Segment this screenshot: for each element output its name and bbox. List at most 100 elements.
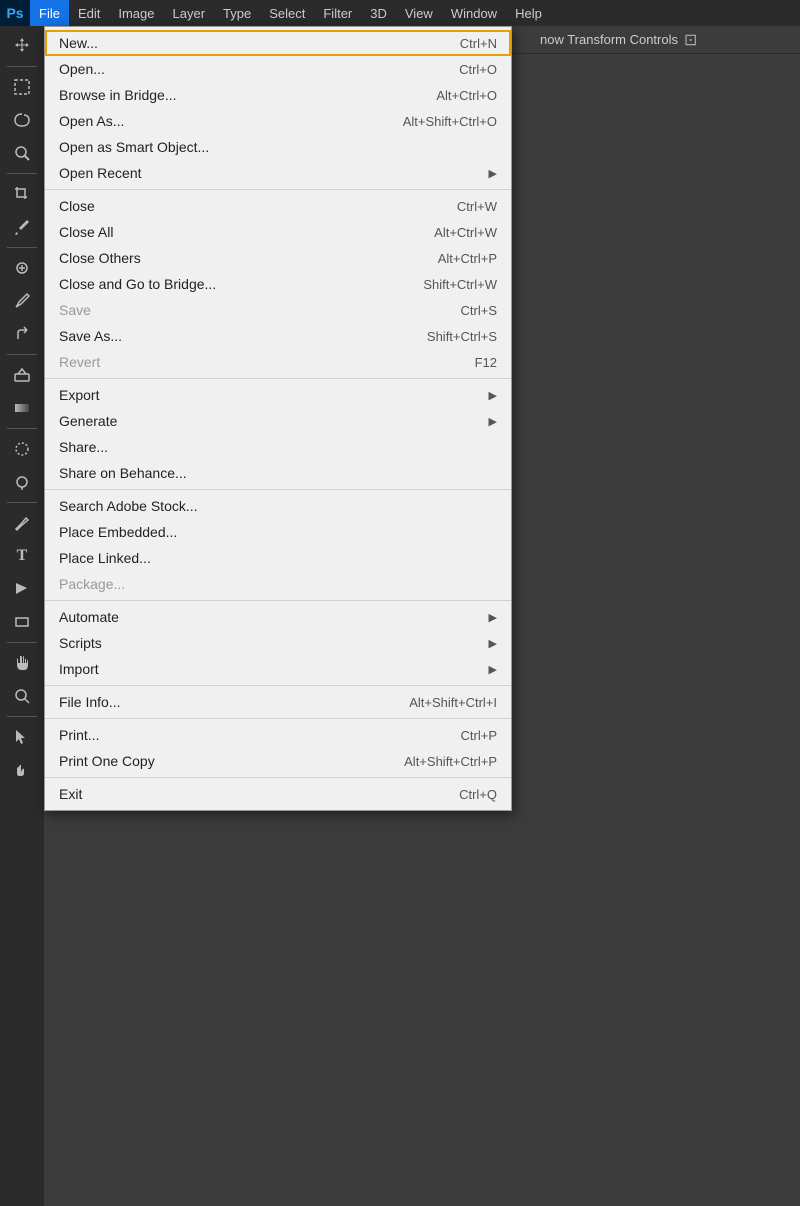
menu-item-import[interactable]: Import ▶ (45, 656, 511, 682)
menu-shortcut-save-as: Shift+Ctrl+S (427, 329, 497, 344)
hand-tool[interactable] (4, 647, 40, 679)
menu-shortcut-close-go-bridge: Shift+Ctrl+W (423, 277, 497, 292)
menu-item-print-one-copy[interactable]: Print One Copy Alt+Shift+Ctrl+P (45, 748, 511, 774)
menu-group-exit: Exit Ctrl+Q (45, 777, 511, 810)
zoom-tool[interactable] (4, 680, 40, 712)
menu-group-open: New... Ctrl+N Open... Ctrl+O Browse in B… (45, 27, 511, 189)
eyedropper-tool[interactable] (4, 211, 40, 243)
menu-item-open-recent[interactable]: Open Recent ▶ (45, 160, 511, 186)
brush-tool[interactable] (4, 285, 40, 317)
menu-item-generate[interactable]: Generate ▶ (45, 408, 511, 434)
open-recent-arrow: ▶ (489, 167, 497, 180)
menu-shortcut-print-one-copy: Alt+Shift+Ctrl+P (404, 754, 497, 769)
menu-group-info: File Info... Alt+Shift+Ctrl+I (45, 685, 511, 718)
ps-logo: Ps (0, 0, 30, 26)
menu-label-save: Save (59, 302, 91, 318)
menu-item-image[interactable]: Image (109, 0, 163, 26)
pen-tool[interactable] (4, 507, 40, 539)
menu-item-close-others[interactable]: Close Others Alt+Ctrl+P (45, 245, 511, 271)
menu-label-open-smart-object: Open as Smart Object... (59, 139, 209, 155)
menu-group-place: Search Adobe Stock... Place Embedded... … (45, 489, 511, 600)
menu-item-file-info[interactable]: File Info... Alt+Shift+Ctrl+I (45, 689, 511, 715)
toolbar-divider-5 (7, 428, 37, 429)
eraser-tool[interactable] (4, 359, 40, 391)
menu-item-3d[interactable]: 3D (361, 0, 396, 26)
menu-item-open-as[interactable]: Open As... Alt+Shift+Ctrl+O (45, 108, 511, 134)
toolbar-divider-4 (7, 354, 37, 355)
menu-label-new: New... (59, 35, 98, 51)
menu-label-close-others: Close Others (59, 250, 141, 266)
menu-item-place-linked[interactable]: Place Linked... (45, 545, 511, 571)
menu-shortcut-open: Ctrl+O (459, 62, 497, 77)
quick-select-tool[interactable] (4, 137, 40, 169)
menu-shortcut-exit: Ctrl+Q (459, 787, 497, 802)
clone-stamp-tool[interactable] (4, 318, 40, 350)
menu-item-automate[interactable]: Automate ▶ (45, 604, 511, 630)
menu-label-place-embedded: Place Embedded... (59, 524, 177, 540)
toolbar-divider-2 (7, 173, 37, 174)
menu-label-export: Export (59, 387, 99, 403)
blur-tool[interactable] (4, 433, 40, 465)
menu-label-close-go-bridge: Close and Go to Bridge... (59, 276, 216, 292)
menu-item-package: Package... (45, 571, 511, 597)
menu-item-type[interactable]: Type (214, 0, 260, 26)
menu-item-share[interactable]: Share... (45, 434, 511, 460)
menu-shortcut-close-all: Alt+Ctrl+W (434, 225, 497, 240)
import-arrow: ▶ (489, 663, 497, 676)
toolbar-divider-6 (7, 502, 37, 503)
menu-item-exit[interactable]: Exit Ctrl+Q (45, 781, 511, 807)
transform-controls-icon: ⊡ (684, 30, 697, 50)
menu-item-file[interactable]: File (30, 0, 69, 26)
type-tool[interactable]: T (4, 540, 40, 572)
menu-item-share-behance[interactable]: Share on Behance... (45, 460, 511, 486)
toolbar-divider-1 (7, 66, 37, 67)
shape-tool[interactable] (4, 606, 40, 638)
menu-label-open: Open... (59, 61, 105, 77)
menu-group-automate: Automate ▶ Scripts ▶ Import ▶ (45, 600, 511, 685)
automate-arrow: ▶ (489, 611, 497, 624)
export-arrow: ▶ (489, 389, 497, 402)
menu-label-search-stock: Search Adobe Stock... (59, 498, 198, 514)
menu-shortcut-file-info: Alt+Shift+Ctrl+I (409, 695, 497, 710)
menu-label-browse-bridge: Browse in Bridge... (59, 87, 177, 103)
arrow-select-tool[interactable] (4, 721, 40, 753)
menu-item-filter[interactable]: Filter (314, 0, 361, 26)
healing-brush-tool[interactable] (4, 252, 40, 284)
menu-item-close-go-bridge[interactable]: Close and Go to Bridge... Shift+Ctrl+W (45, 271, 511, 297)
lasso-tool[interactable] (4, 104, 40, 136)
menu-label-import: Import (59, 661, 99, 677)
menu-item-select[interactable]: Select (260, 0, 314, 26)
menu-item-search-stock[interactable]: Search Adobe Stock... (45, 493, 511, 519)
menu-item-print[interactable]: Print... Ctrl+P (45, 722, 511, 748)
menu-bar: Ps File Edit Image Layer Type Select Fil… (0, 0, 800, 26)
menu-item-scripts[interactable]: Scripts ▶ (45, 630, 511, 656)
menu-item-edit[interactable]: Edit (69, 0, 109, 26)
menu-item-export[interactable]: Export ▶ (45, 382, 511, 408)
menu-group-export: Export ▶ Generate ▶ Share... Share on Be… (45, 378, 511, 489)
marquee-tool[interactable] (4, 71, 40, 103)
move-tool[interactable] (4, 30, 40, 62)
menu-label-open-as: Open As... (59, 113, 124, 129)
menu-item-help[interactable]: Help (506, 0, 551, 26)
gradient-tool[interactable] (4, 392, 40, 424)
menu-item-new[interactable]: New... Ctrl+N (45, 30, 511, 56)
menu-item-window[interactable]: Window (442, 0, 506, 26)
menu-item-view[interactable]: View (396, 0, 442, 26)
grab-tool[interactable] (4, 754, 40, 786)
menu-item-open-smart-object[interactable]: Open as Smart Object... (45, 134, 511, 160)
path-select-tool[interactable] (4, 573, 40, 605)
left-toolbar: T (0, 26, 44, 1206)
menu-item-save-as[interactable]: Save As... Shift+Ctrl+S (45, 323, 511, 349)
menu-item-close[interactable]: Close Ctrl+W (45, 193, 511, 219)
menu-shortcut-revert: F12 (475, 355, 497, 370)
menu-item-browse-bridge[interactable]: Browse in Bridge... Alt+Ctrl+O (45, 82, 511, 108)
menu-item-close-all[interactable]: Close All Alt+Ctrl+W (45, 219, 511, 245)
menu-label-print-one-copy: Print One Copy (59, 753, 155, 769)
menu-shortcut-browse-bridge: Alt+Ctrl+O (436, 88, 497, 103)
menu-item-layer[interactable]: Layer (164, 0, 215, 26)
menu-item-save: Save Ctrl+S (45, 297, 511, 323)
crop-tool[interactable] (4, 178, 40, 210)
dodge-tool[interactable] (4, 466, 40, 498)
menu-item-open[interactable]: Open... Ctrl+O (45, 56, 511, 82)
menu-item-place-embedded[interactable]: Place Embedded... (45, 519, 511, 545)
